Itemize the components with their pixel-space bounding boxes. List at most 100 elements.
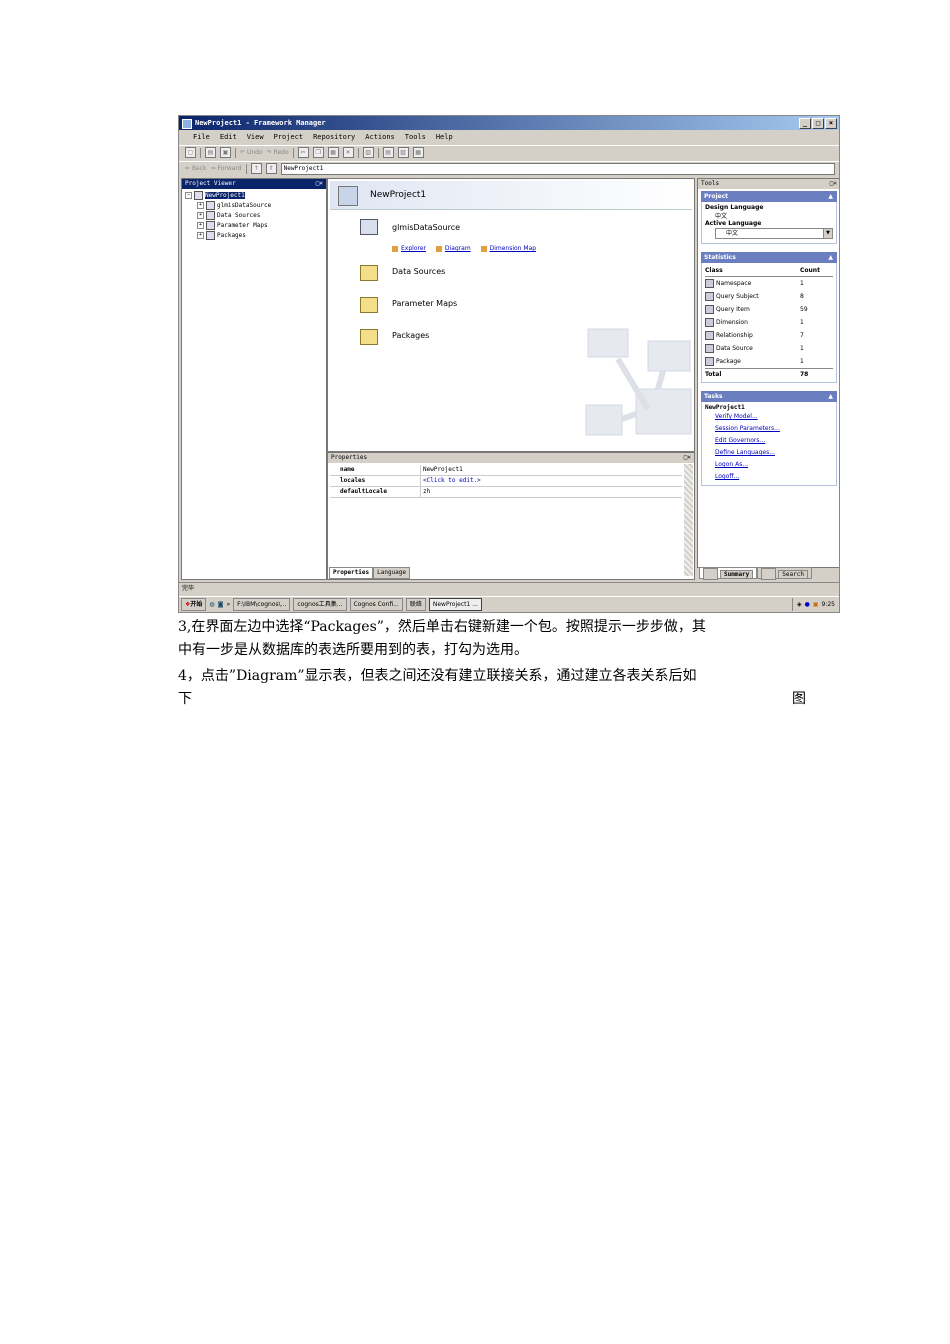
project-section-header[interactable]: Project ▲ [701, 191, 837, 202]
save-icon[interactable]: ▣ [220, 147, 231, 158]
taskbar-item[interactable]: Cognos Confi... [349, 598, 403, 611]
tree-item-packages[interactable]: + Packages [185, 231, 326, 241]
chevron-down-icon[interactable]: ▼ [823, 229, 832, 238]
datasource-links: Explorer Diagram Dimension Map [392, 245, 544, 252]
taskbar-item[interactable]: F:\IBM\cognos\... [233, 598, 291, 611]
doc-paragraph-line: 图 [792, 691, 806, 707]
top-icon[interactable]: ⇑ [265, 163, 277, 174]
explorer-link[interactable]: Explorer [401, 245, 426, 252]
property-row[interactable]: defaultLocale zh [330, 487, 682, 498]
undo-label: Undo [246, 149, 263, 156]
new-file-icon[interactable]: ▢ [185, 147, 196, 158]
tab-summary[interactable]: Summary [699, 567, 758, 580]
close-button[interactable]: × [825, 118, 837, 129]
stat-class: Dimension [716, 319, 748, 326]
task-logon-as[interactable]: Logon As... [705, 459, 833, 471]
task-logoff[interactable]: Logoff... [705, 471, 833, 483]
menu-project[interactable]: Project [274, 131, 304, 143]
active-language-select[interactable]: 中文 ▼ [715, 228, 833, 239]
task-define-languages[interactable]: Define Languages... [705, 447, 833, 459]
menu-file[interactable]: File [193, 131, 210, 143]
tab-properties[interactable]: Properties [329, 567, 374, 579]
redo-button[interactable]: ↷ Redo [267, 149, 289, 156]
standard-toolbar: ▢ ▤ ▣ ↶ Undo ↷ Redo ✂ ❐ ▦ ✕ ▥ ▤ ▧ ▦ [179, 145, 839, 159]
copy-icon[interactable]: ❐ [312, 147, 324, 158]
task-edit-governors[interactable]: Edit Governors... [705, 435, 833, 447]
up-icon[interactable]: ↑ [250, 163, 262, 174]
taskbar-item[interactable]: cognos工具集... [293, 598, 347, 611]
quicklaunch-more-icon[interactable]: » [226, 601, 230, 608]
view-dropdown-icon[interactable]: ▥ [362, 147, 374, 158]
minimize-button[interactable]: _ [799, 118, 811, 129]
pane-controls[interactable]: □× [830, 179, 837, 189]
back-button[interactable]: ⇐ Back [185, 165, 207, 172]
quicklaunch-ie-icon[interactable]: ◍ [209, 601, 214, 608]
diagram-icon[interactable]: ▧ [397, 147, 409, 158]
menu-help[interactable]: Help [436, 131, 453, 143]
tree-item-data-sources[interactable]: + Data Sources [185, 211, 326, 221]
open-folder-icon[interactable]: ▤ [205, 147, 216, 158]
tree-item-project[interactable]: − NewProject1 [185, 191, 326, 201]
property-value[interactable]: zh [420, 487, 682, 497]
tab-search[interactable]: Search [757, 567, 812, 580]
menu-actions[interactable]: Actions [365, 131, 395, 143]
task-session-parameters[interactable]: Session Parameters... [705, 423, 833, 435]
pane-controls[interactable]: □× [316, 179, 323, 189]
property-value[interactable]: <Click to edit.> [420, 476, 682, 486]
datasource-icon [360, 219, 378, 235]
pane-controls[interactable]: □× [684, 453, 691, 463]
statistics-section-header[interactable]: Statistics ▲ [701, 252, 837, 263]
forward-button[interactable]: ⇒ Forward [211, 165, 242, 172]
menu-view[interactable]: View [247, 131, 264, 143]
tree-item-datasource[interactable]: + glmisDataSource [185, 201, 326, 211]
back-label: Back [191, 165, 207, 172]
window-icon[interactable]: ▤ [382, 147, 394, 158]
tray-network-icon[interactable]: ◈ [797, 601, 802, 608]
grid-icon[interactable]: ▦ [412, 147, 424, 158]
property-value[interactable]: NewProject1 [420, 465, 682, 475]
delete-icon[interactable]: ✕ [342, 147, 354, 158]
properties-scrollbar[interactable] [684, 464, 693, 576]
menu-repository[interactable]: Repository [313, 131, 355, 143]
menu-tools[interactable]: Tools [405, 131, 426, 143]
undo-button[interactable]: ↶ Undo [240, 149, 263, 156]
tab-language[interactable]: Language [373, 567, 411, 579]
expand-icon[interactable]: + [197, 222, 204, 229]
property-row[interactable]: locales <Click to edit.> [330, 476, 682, 487]
query-item-icon [705, 305, 714, 314]
dimension-map-link[interactable]: Dimension Map [490, 245, 536, 252]
expand-icon[interactable]: + [197, 212, 204, 219]
statistics-row: Query Subject 8 [705, 290, 833, 303]
taskbar-item[interactable]: 联络 [405, 598, 426, 611]
address-bar[interactable]: NewProject1 [280, 162, 835, 175]
namespace-icon [705, 279, 714, 288]
quicklaunch-desktop-icon[interactable]: ◙ [218, 601, 224, 608]
tray-input-icon[interactable]: ▣ [813, 601, 819, 608]
property-row[interactable]: name NewProject1 [330, 465, 682, 476]
taskbar-item-active[interactable]: NewProject1 ... [428, 598, 482, 611]
expand-icon[interactable]: + [197, 202, 204, 209]
stat-count: 1 [800, 319, 804, 326]
collapse-caret-icon[interactable]: ▲ [828, 252, 833, 263]
menu-edit[interactable]: Edit [220, 131, 237, 143]
cut-icon[interactable]: ✂ [297, 147, 309, 158]
doc-paragraph-line: 下 [178, 691, 192, 707]
diagram-link[interactable]: Diagram [445, 245, 471, 252]
window-controls: _ □ × [799, 118, 837, 129]
toolbar-separator [357, 147, 359, 158]
tray-security-icon[interactable]: ● [805, 601, 810, 608]
maximize-button[interactable]: □ [812, 118, 824, 129]
tree-item-parameter-maps[interactable]: + Parameter Maps [185, 221, 326, 231]
expand-icon[interactable]: + [197, 232, 204, 239]
dimension-icon [705, 318, 714, 327]
collapse-caret-icon[interactable]: ▲ [828, 191, 833, 202]
title-bar: NewProject1 - Framework Manager _ □ × [179, 116, 839, 130]
tree-label: NewProject1 [205, 192, 245, 199]
tasks-section-header[interactable]: Tasks ▲ [701, 391, 837, 402]
start-button[interactable]: ❖开始 [181, 598, 207, 611]
paste-icon[interactable]: ▦ [327, 147, 339, 158]
collapse-icon[interactable]: − [185, 192, 192, 199]
folder-icon [360, 265, 378, 281]
collapse-caret-icon[interactable]: ▲ [828, 391, 833, 402]
task-verify-model[interactable]: Verify Model... [705, 411, 833, 423]
